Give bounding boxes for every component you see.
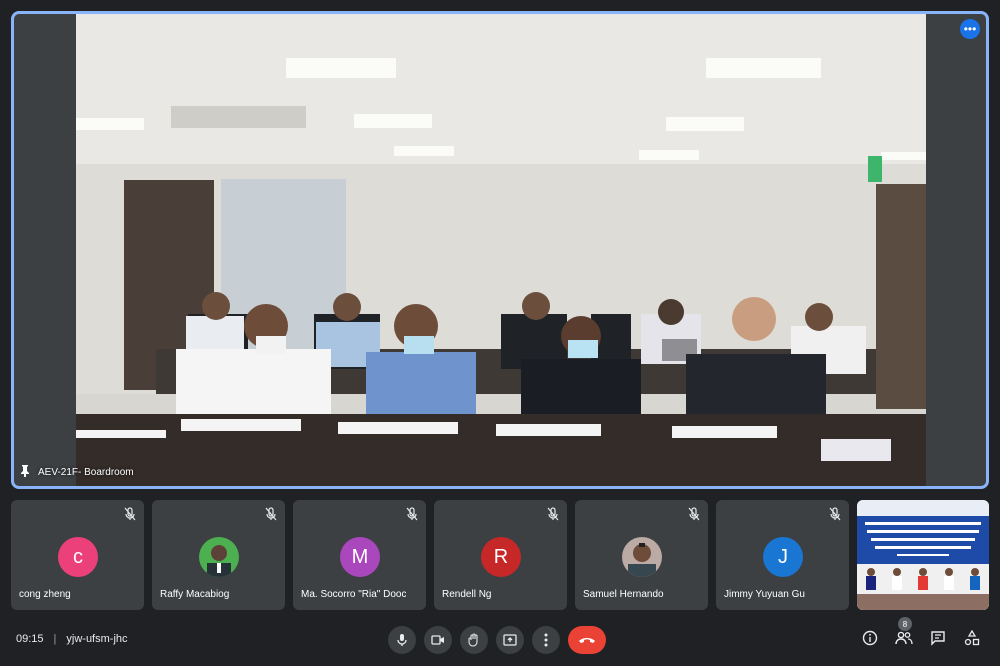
avatar: J	[763, 537, 803, 577]
mic-off-icon	[547, 507, 559, 521]
avatar-photo	[622, 537, 662, 577]
avatar-initial: M	[351, 545, 369, 568]
participant-name: Raffy Macabiog	[160, 589, 230, 600]
pin-icon[interactable]	[20, 465, 30, 480]
pinned-name: AEV-21F- Boardroom	[38, 467, 134, 478]
boardroom-video	[76, 14, 926, 486]
participant-name: Ma. Socorro "Ria" Dooc	[301, 589, 407, 600]
avatar-initial: R	[493, 545, 509, 568]
avatar: c	[58, 537, 98, 577]
participant-name: Rendell Ng	[442, 589, 492, 600]
people-icon	[895, 631, 913, 645]
present-to-all-icon	[503, 634, 517, 646]
activities-button[interactable]	[962, 628, 982, 648]
participant-tile[interactable]: c cong zheng	[11, 500, 144, 610]
microphone-button[interactable]	[388, 626, 416, 654]
separator: |	[53, 633, 57, 645]
mic-off-icon	[688, 507, 700, 521]
avatar: M	[340, 537, 380, 577]
avatar-initial: J	[778, 545, 788, 568]
avatar: R	[481, 537, 521, 577]
participant-name: Samuel Hernando	[583, 589, 664, 600]
camera-button[interactable]	[424, 626, 452, 654]
call-end-icon	[579, 638, 595, 643]
hand-icon	[468, 633, 478, 647]
mic-icon	[397, 634, 407, 646]
mic-off-icon	[124, 507, 136, 521]
participant-tile[interactable]: Raffy Macabiog	[152, 500, 285, 610]
avatar-photo	[199, 537, 239, 577]
participant-name: Jimmy Yuyuan Gu	[724, 589, 805, 600]
leave-call-button[interactable]	[568, 626, 606, 654]
more-options-button[interactable]: •••	[960, 19, 980, 39]
people-button[interactable]: 8	[894, 617, 914, 648]
mic-off-icon	[406, 507, 418, 521]
more-vert-icon	[544, 633, 548, 647]
activities-icon	[964, 630, 980, 646]
participant-strip: c cong zheng Raffy Macabiog M Ma. Socorr…	[11, 500, 989, 610]
info-icon	[862, 630, 878, 646]
mic-off-icon	[829, 507, 841, 521]
control-bar: 09:15 | yjw-ufsm-jhc 8	[0, 614, 1000, 666]
participant-tile[interactable]: Samuel Hernando	[575, 500, 708, 610]
videocam-icon	[431, 635, 444, 645]
mic-off-icon	[265, 507, 277, 521]
avatar-initial: c	[73, 545, 83, 568]
main-video-stage[interactable]: ••• AEV-21F- Boardroom	[11, 11, 989, 489]
more-actions-button[interactable]	[532, 626, 560, 654]
participant-tile-video[interactable]	[857, 500, 989, 610]
meeting-info: 09:15 | yjw-ufsm-jhc	[16, 633, 128, 645]
people-count-badge: 8	[898, 617, 912, 631]
chat-icon	[931, 631, 945, 646]
participant-tile[interactable]: R Rendell Ng	[434, 500, 567, 610]
more-horiz-icon: •••	[963, 22, 977, 36]
pinned-participant-label: AEV-21F- Boardroom	[20, 465, 134, 480]
raise-hand-button[interactable]	[460, 626, 488, 654]
meeting-details-button[interactable]	[860, 628, 880, 648]
present-screen-button[interactable]	[496, 626, 524, 654]
meeting-code: yjw-ufsm-jhc	[66, 633, 128, 645]
participant-tile[interactable]: J Jimmy Yuyuan Gu	[716, 500, 849, 610]
chat-button[interactable]	[928, 628, 948, 648]
participant-tile[interactable]: M Ma. Socorro "Ria" Dooc	[293, 500, 426, 610]
participant-name: cong zheng	[19, 589, 71, 600]
current-time: 09:15	[16, 633, 44, 645]
side-panel-controls: 8	[860, 617, 982, 648]
ceremony-video-thumbnail	[857, 500, 989, 610]
call-controls	[388, 626, 606, 654]
boardroom-scene	[76, 14, 926, 486]
